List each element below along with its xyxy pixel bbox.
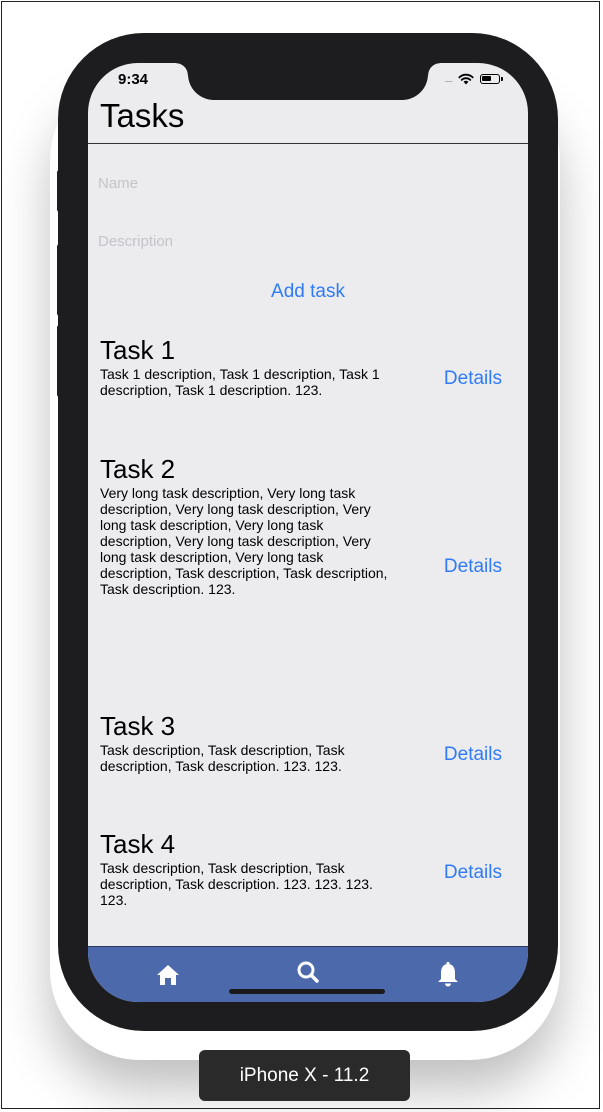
task-title: Task 2	[100, 454, 176, 484]
task-details-button[interactable]: Details	[444, 556, 502, 578]
task-description: Task description, Task description, Task…	[100, 742, 345, 774]
task-title: Task 4	[100, 829, 176, 859]
task-item: Task 4 Task description, Task descriptio…	[100, 829, 516, 908]
header-divider	[88, 143, 528, 144]
wifi-icon	[458, 73, 474, 85]
task-item: Task 3 Task description, Task descriptio…	[100, 711, 516, 781]
task-description-input[interactable]	[98, 233, 518, 250]
home-icon	[157, 965, 179, 985]
power-button	[553, 243, 558, 363]
task-item: Task 1 Task 1 description, Task 1 descri…	[100, 335, 516, 405]
status-icons: .....	[444, 73, 503, 85]
task-details-button[interactable]: Details	[444, 368, 502, 390]
signal-dots: .....	[444, 74, 452, 84]
add-task-button[interactable]: Add task	[88, 281, 528, 303]
task-name-input[interactable]	[98, 175, 518, 192]
notch	[176, 63, 440, 100]
tab-home[interactable]	[150, 959, 186, 989]
task-details-button[interactable]: Details	[444, 862, 502, 884]
silent-switch	[57, 170, 62, 212]
task-title: Task 3	[100, 711, 176, 741]
search-icon	[297, 961, 319, 983]
bell-icon	[438, 961, 458, 987]
task-item: Task 2 Very long task description, Very …	[100, 454, 516, 684]
task-description: Task description, Task description, Task…	[100, 860, 373, 908]
battery-icon	[480, 74, 503, 84]
task-details-button[interactable]: Details	[444, 744, 502, 766]
status-time: 9:34	[118, 71, 149, 88]
task-description: Task 1 description, Task 1 description, …	[100, 366, 380, 398]
phone-screen: 9:34 ..... Tasks Add task Task 1 Task 1 …	[88, 63, 528, 1002]
task-title: Task 1	[100, 335, 176, 365]
home-indicator	[229, 989, 385, 994]
device-label: iPhone X - 11.2	[199, 1050, 410, 1101]
task-description: Very long task description, Very long ta…	[100, 485, 388, 597]
tab-search[interactable]	[290, 959, 326, 989]
tab-notifications[interactable]	[430, 959, 466, 989]
page-title: Tasks	[100, 97, 185, 134]
volume-up-button	[57, 244, 62, 316]
volume-down-button	[57, 325, 62, 397]
